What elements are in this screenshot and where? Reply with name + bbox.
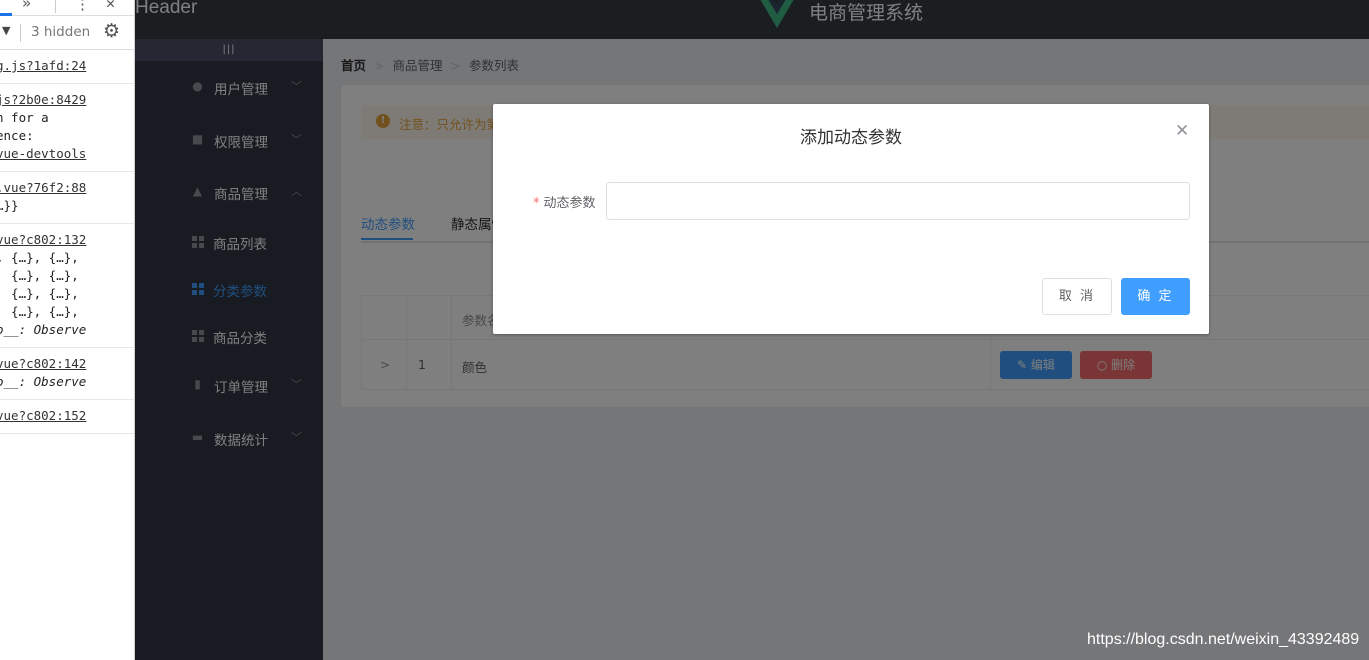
param-name-input[interactable] — [606, 182, 1190, 220]
console-log: g.js?1afd:24 js?2b0e:8429n for a ence: vue-… — [0, 50, 134, 434]
console-message: vue?c802:152 — [0, 400, 134, 434]
close-icon[interactable]: ✕ — [1175, 121, 1189, 141]
console-text: {…}, {…}, — [0, 304, 79, 319]
source-link[interactable]: js?2b0e:8429 — [0, 91, 130, 109]
source-link[interactable]: vue?c802:142 — [0, 355, 130, 373]
field-label-text: 动态参数 — [543, 196, 596, 211]
console-text: n for a — [0, 110, 49, 125]
source-link[interactable]: vue-devtools — [0, 145, 130, 163]
console-text: , {…}, {…}, — [0, 250, 79, 265]
console-message: vue?c802:142 o__: Observe — [0, 348, 134, 400]
console-message: js?2b0e:8429n for a ence: vue-devtools — [0, 84, 134, 172]
more-tabs-icon[interactable]: » — [22, 0, 31, 12]
required-mark: * — [533, 196, 540, 211]
console-message: vue?c802:132, {…}, {…}, {…}, {…}, {…}, {… — [0, 224, 134, 348]
devtools-panel: » ⋮ ✕ ▼ 3 hidden ⚙ g.js?1afd:24 js?2b0e:8… — [0, 0, 135, 660]
gear-icon[interactable]: ⚙ — [103, 20, 120, 42]
console-filter-bar: ▼ 3 hidden ⚙ — [0, 16, 134, 50]
console-text: {…}, {…}, — [0, 268, 79, 283]
close-devtools-icon[interactable]: ✕ — [106, 0, 115, 12]
watermark: https://blog.csdn.net/weixin_43392489 — [1087, 631, 1360, 648]
source-link[interactable]: g.js?1afd:24 — [0, 57, 130, 75]
divider — [20, 24, 21, 42]
console-message: .vue?76f2:88…}} — [0, 172, 134, 224]
console-text: o__: Observe — [0, 374, 87, 389]
console-text: {…}, {…}, — [0, 286, 79, 301]
add-param-dialog: 添加动态参数 ✕ * 动态参数 取 消 确 定 — [493, 104, 1209, 334]
hidden-count[interactable]: 3 hidden — [31, 24, 90, 40]
divider — [55, 0, 56, 13]
console-text: o__: Observe — [0, 322, 87, 337]
source-link[interactable]: vue?c802:152 — [0, 407, 130, 425]
console-text: ence: — [0, 128, 34, 143]
dialog-title: 添加动态参数 — [800, 128, 902, 148]
source-link[interactable]: .vue?76f2:88 — [0, 179, 130, 197]
devtools-toolbar: » ⋮ ✕ — [0, 0, 134, 16]
source-link[interactable]: vue?c802:132 — [0, 231, 130, 249]
kebab-menu-icon[interactable]: ⋮ — [75, 0, 90, 13]
console-text: …}} — [0, 198, 19, 213]
confirm-button[interactable]: 确 定 — [1121, 278, 1190, 315]
dropdown-arrow-icon[interactable]: ▼ — [2, 24, 10, 37]
console-message: g.js?1afd:24 — [0, 50, 134, 84]
cancel-button[interactable]: 取 消 — [1042, 278, 1112, 315]
field-label: * 动态参数 — [533, 192, 596, 211]
